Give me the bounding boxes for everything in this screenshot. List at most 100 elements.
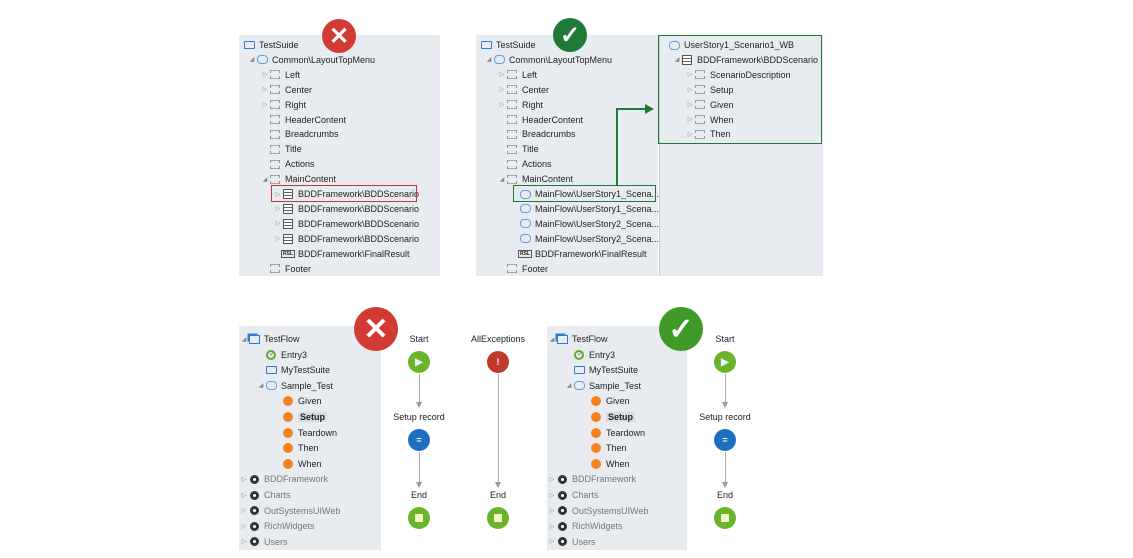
expand-arrow-icon[interactable]: ▷ [498, 101, 506, 108]
expand-arrow-icon[interactable]: ▷ [548, 492, 556, 499]
tree-item[interactable]: ▷ Center [498, 83, 549, 97]
tree-item[interactable]: Actions [261, 157, 315, 171]
expand-arrow-icon[interactable]: ▷ [240, 492, 248, 499]
tree-item[interactable]: Setup [582, 410, 636, 424]
exception-node[interactable]: ! [487, 351, 509, 373]
tree-item[interactable]: Breadcrumbs [498, 127, 576, 141]
end-node[interactable] [714, 507, 736, 529]
tree-item[interactable]: ▷ Left [261, 68, 300, 82]
tree-item[interactable]: MyTestSuite [257, 363, 330, 377]
tree-item-label: When [298, 458, 322, 469]
tree-item[interactable]: Title [261, 142, 302, 156]
tree-item[interactable]: ◢ TestFlow [548, 332, 608, 346]
tree-item-label: TestFlow [264, 334, 300, 344]
tree-item[interactable]: Given [274, 394, 322, 408]
tree-item[interactable]: When [582, 457, 630, 471]
tree-item[interactable]: ▷ BDDFramework\BDDScenario [274, 217, 419, 231]
expand-arrow-icon[interactable]: ▷ [261, 101, 269, 108]
tree-item[interactable]: ▷ OutSystemsUIWeb [548, 504, 649, 518]
tree-item[interactable]: Setup [274, 410, 328, 424]
tree-item[interactable]: Teardown [274, 426, 337, 440]
assign-node[interactable]: = [714, 429, 736, 451]
expand-arrow-icon[interactable]: ◢ [240, 336, 248, 343]
expand-arrow-icon[interactable]: ▷ [261, 71, 269, 78]
expand-arrow-icon[interactable]: ▷ [498, 86, 506, 93]
webblock-icon [519, 233, 531, 244]
tree-item[interactable]: Breadcrumbs [261, 127, 339, 141]
tree-item[interactable]: ▷ Charts [548, 488, 599, 502]
expand-arrow-icon[interactable]: ◢ [565, 382, 573, 389]
expand-arrow-icon[interactable]: ◢ [257, 382, 265, 389]
tree-item[interactable]: Title [498, 142, 539, 156]
tree-item[interactable]: ▷ Left [498, 68, 537, 82]
tree-item[interactable]: Actions [498, 157, 552, 171]
module-icon [248, 536, 260, 547]
expand-arrow-icon[interactable]: ▷ [240, 476, 248, 483]
tree-item[interactable]: ▷ RichWidgets [240, 519, 315, 533]
tree-item[interactable]: Footer [261, 262, 311, 276]
tree-item[interactable]: ▷ Charts [240, 488, 291, 502]
expand-arrow-icon[interactable]: ◢ [485, 56, 493, 63]
expand-arrow-icon[interactable]: ▷ [274, 220, 282, 227]
tree-item[interactable]: MainFlow\UserStory1_Scena... [511, 202, 659, 216]
tree-item[interactable]: ◢ Common\LayoutTopMenu [485, 53, 612, 67]
assign-node[interactable]: = [408, 429, 430, 451]
expand-arrow-icon[interactable]: ▷ [240, 523, 248, 530]
tree-item[interactable]: ◢ MainContent [498, 172, 573, 186]
expand-arrow-icon[interactable]: ▷ [498, 71, 506, 78]
expand-arrow-icon[interactable]: ▷ [261, 86, 269, 93]
tree-item[interactable]: RSL BDDFramework\FinalResult [274, 247, 410, 261]
expand-arrow-icon[interactable]: ▷ [274, 205, 282, 212]
tree-item[interactable]: ▷ RichWidgets [548, 519, 623, 533]
tree-item[interactable]: MainFlow\UserStory2_Scena... [511, 217, 659, 231]
expand-arrow-icon[interactable]: ▷ [548, 476, 556, 483]
placeholder-icon [269, 263, 281, 274]
tree-item[interactable]: ✓ Entry3 [565, 348, 615, 362]
tree-item[interactable]: ▷ BDDFramework\BDDScenario [274, 232, 419, 246]
expand-arrow-icon[interactable]: ◢ [498, 176, 506, 183]
tree-item[interactable]: HeaderContent [498, 113, 583, 127]
tree-item[interactable]: ◢ TestFlow [240, 332, 300, 346]
expand-arrow-icon[interactable]: ▷ [274, 235, 282, 242]
tree-item[interactable]: TestSuide [235, 38, 299, 52]
tree-item[interactable]: ◢ Sample_Test [565, 379, 641, 393]
expand-arrow-icon[interactable]: ▷ [240, 507, 248, 514]
tree-item[interactable]: Teardown [582, 426, 645, 440]
tree-item[interactable]: ▷ BDDFramework\BDDScenario [274, 202, 419, 216]
start-node[interactable]: ▶ [714, 351, 736, 373]
tree-item[interactable]: ▷ Users [240, 535, 288, 549]
start-node[interactable]: ▶ [408, 351, 430, 373]
tree-item[interactable]: ▷ Users [548, 535, 596, 549]
tree-item[interactable]: MyTestSuite [565, 363, 638, 377]
tree-item[interactable]: ✓ Entry3 [257, 348, 307, 362]
tree-item[interactable]: Then [274, 441, 319, 455]
tree-item[interactable]: When [274, 457, 322, 471]
tree-item[interactable]: ◢ MainContent [261, 172, 336, 186]
tree-item[interactable]: ▷ OutSystemsUIWeb [240, 504, 341, 518]
expand-arrow-icon[interactable]: ◢ [261, 176, 269, 183]
tree-item[interactable]: ◢ Common\LayoutTopMenu [248, 53, 375, 67]
tree-item[interactable]: ◢ Sample_Test [257, 379, 333, 393]
tree-item[interactable]: ▷ Center [261, 83, 312, 97]
tree-item[interactable]: MainFlow\UserStory2_Scena... [511, 232, 659, 246]
tree-item[interactable]: ▷ Right [498, 98, 543, 112]
expand-arrow-icon[interactable]: ▷ [548, 507, 556, 514]
expand-arrow-icon[interactable]: ▷ [548, 538, 556, 545]
tree-item[interactable]: Given [582, 394, 630, 408]
expand-arrow-icon[interactable]: ◢ [248, 56, 256, 63]
exception-end-node[interactable] [487, 507, 509, 529]
expand-arrow-icon[interactable]: ◢ [548, 336, 556, 343]
tree-item[interactable]: ▷ BDDFramework [548, 472, 636, 486]
tree-item-label: HeaderContent [522, 114, 584, 125]
tree-item[interactable]: ▷ Right [261, 98, 306, 112]
tree-item[interactable]: Footer [498, 262, 548, 276]
tree-item[interactable]: Then [582, 441, 627, 455]
tree-item[interactable]: RSL BDDFramework\FinalResult [511, 247, 647, 261]
end-node[interactable] [408, 507, 430, 529]
tree-item[interactable]: HeaderContent [261, 113, 346, 127]
tree-item[interactable]: ▷ BDDFramework [240, 472, 328, 486]
expand-arrow-icon[interactable]: ▷ [548, 523, 556, 530]
tree-item-label: Actions [285, 159, 315, 170]
expand-arrow-icon[interactable]: ▷ [240, 538, 248, 545]
tree-item[interactable]: TestSuide [472, 38, 536, 52]
